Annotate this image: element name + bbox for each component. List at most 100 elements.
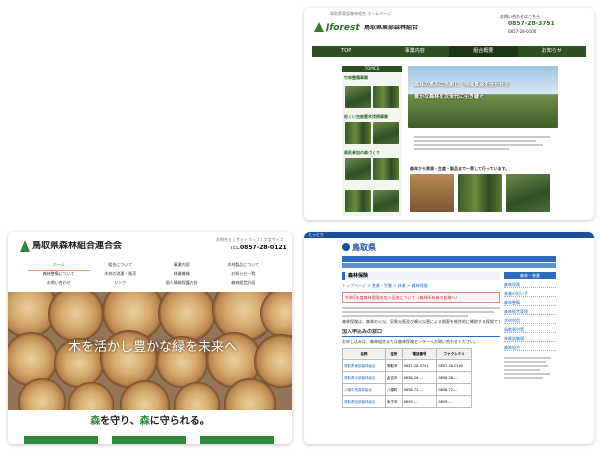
nav-links[interactable]: リンク — [90, 280, 152, 289]
sidebar-header: TOPICS — [342, 66, 402, 72]
photo-kenmin-2 — [373, 158, 399, 180]
main-content: 森林保険 トップページ > 産業・労働 > 林業 > 森林保険 令和5年度森林保… — [342, 272, 500, 444]
col-name: 名称 — [342, 348, 386, 360]
page-title: 森林保険 — [342, 272, 500, 280]
breadcrumb[interactable]: トップページ > 産業・労働 > 林業 > 森林保険 — [342, 283, 500, 288]
slogan-forest-2: 森 — [139, 416, 150, 427]
fax-number: 0857-28-0100 — [508, 29, 537, 34]
screenshot-tottori-pref: とっとり 鳥取県 森林保険 トップページ > 産業・労働 > 林業 > 森林保険… — [304, 232, 594, 444]
sidebar: TOPICS 竹林整備事業 松くい虫被害木伐倒事業 県民参加の森づくり — [342, 66, 402, 216]
tel-number: 0857-28-3751 — [508, 21, 555, 27]
slogan-part-2: に守られる。 — [149, 416, 210, 427]
hero-line-1: 森林の恵みに感謝し、地域資源を活かせる — [414, 82, 510, 88]
photo-bottom-2 — [458, 174, 502, 212]
slogan-part-1: を守り、 — [100, 416, 140, 427]
cell: 0857-28-3751 — [401, 359, 438, 372]
cell: 0858-26-... — [401, 371, 438, 384]
sidebar-link-research[interactable]: 林業試験場 — [504, 336, 556, 342]
tree-logo-icon — [20, 240, 30, 252]
top-links[interactable]: お問合せ | サイトマップ | 文字サイズ — [216, 237, 284, 242]
notice-box[interactable]: 令和5年度森林保険の加入促進について（森林所有者の皆様へ） — [342, 292, 500, 303]
nav-business[interactable]: 事業内容 — [151, 262, 213, 271]
nav-business[interactable]: 事業内容 — [381, 46, 450, 57]
cell: 0859-... — [436, 395, 472, 408]
sidebar-item-pine[interactable]: 松くい虫被害木伐倒事業 — [344, 114, 400, 119]
nav-about[interactable]: 組合について — [90, 262, 152, 271]
cell[interactable]: 八頭中央森林組合 — [342, 383, 386, 396]
nav-machinery[interactable]: 林業機械 — [151, 271, 213, 280]
nav-about[interactable]: 組合概要 — [449, 46, 518, 57]
cell: 0858-72-... — [436, 383, 472, 396]
top-bar: とっとり — [304, 232, 594, 238]
pref-logo-icon — [342, 243, 350, 251]
photo-bottom-3 — [506, 174, 550, 212]
sidebar-link-insurance[interactable]: 森林保険 — [504, 282, 556, 288]
green-button-1[interactable] — [24, 436, 98, 444]
body-lines — [342, 307, 500, 317]
header-tag[interactable]: とっとり — [304, 232, 594, 238]
sidebar-link-management[interactable]: 森林経営管理 — [504, 309, 556, 315]
sidebar-link-cooperative[interactable]: 森林組合 — [504, 345, 556, 351]
photo-pine-2 — [373, 122, 399, 144]
table-row: 八頭中央森林組合 八頭町 0858-72-... 0858-72-... — [342, 383, 472, 396]
photo-bamboo-2 — [373, 86, 399, 108]
main-nav: TOP 事業内容 組合概要 お知らせ — [312, 46, 586, 57]
sidebar-title: 森林・林業 — [504, 272, 556, 279]
header-submenu — [342, 263, 556, 268]
site-logo[interactable]: Jforest — [326, 23, 360, 33]
tel-number: 0857-28-0121 — [240, 245, 287, 251]
cell[interactable]: 鳥取県中部森林組合 — [342, 371, 386, 384]
org-name: 鳥取県東部森林組合 — [364, 25, 419, 31]
nav-privacy[interactable]: 個人情報保護方針 — [151, 280, 213, 289]
nav-wood-products[interactable]: 木材製品について — [213, 262, 275, 271]
sidebar-link-wildlife[interactable]: 鳥獣害対策 — [504, 327, 556, 333]
section-heading: 加入申込みの窓口 — [342, 329, 500, 337]
green-button-3[interactable] — [200, 436, 274, 444]
cell: 倉吉市 — [384, 371, 403, 384]
table-row: 鳥取県東部森林組合 鳥取市 0857-28-3751 0857-28-0100 — [342, 359, 472, 372]
nav-distribution[interactable]: 木材の流通・販売 — [90, 271, 152, 280]
sidebar-link-maintenance[interactable]: 森林整備 — [504, 300, 556, 306]
hero-text: 木を活かし豊かな緑を未来へ — [68, 340, 238, 355]
photo-extra-1 — [345, 190, 371, 212]
screenshot-jforest-tobu: 鳥取県東部森林組合 ホームページ Jforest 鳥取県東部森林組合 お問い合わ… — [304, 8, 594, 220]
cell: 米子市 — [384, 395, 403, 408]
cell[interactable]: 鳥取県東部森林組合 — [342, 359, 386, 372]
nav-home[interactable]: ホーム — [28, 262, 90, 271]
body-lead: 森林から資源・生産・製品まで一貫して行っています。 — [410, 166, 510, 171]
green-button-2[interactable] — [112, 436, 186, 444]
org-name[interactable]: 鳥取県森林組合連合会 — [32, 241, 122, 252]
nav-top[interactable]: TOP — [312, 46, 381, 57]
sidebar-item-kenmin[interactable]: 県民参加の森づくり — [344, 150, 400, 155]
nav-news[interactable]: お知らせ一覧 — [213, 271, 275, 280]
nav-grid: ホーム 組合について 事業内容 木材製品について 森林整備について 木材の流通・… — [28, 262, 274, 289]
contact-note[interactable]: お問い合わせはこちら — [500, 14, 540, 19]
col-address: 住所 — [384, 348, 403, 360]
nav-forest-maintenance[interactable]: 森林整備について — [28, 271, 90, 280]
tel-label: TEL. — [230, 246, 241, 251]
hero-line-2: 豊かな森林を次世代に引き継ぐ — [414, 94, 485, 100]
sidebar-item-bamboo[interactable]: 竹林整備事業 — [344, 75, 400, 80]
sidebar-more-lines — [504, 357, 556, 379]
right-sidebar: 森林・林業 森林保険 林業の担い手 森林整備 森林経営管理 木材利用 鳥獣害対策… — [504, 272, 556, 442]
photo-bamboo-1 — [345, 86, 371, 108]
nav-contact[interactable]: お問い合わせ — [28, 280, 90, 289]
cell: 0859-... — [401, 395, 438, 408]
nav-plan[interactable]: 森林経営計画 — [213, 280, 275, 289]
sidebar-link-workers[interactable]: 林業の担い手 — [504, 291, 556, 297]
photo-pine-1 — [345, 122, 371, 144]
photo-kenmin-1 — [345, 158, 371, 180]
org-name[interactable]: 鳥取県 — [352, 243, 376, 252]
body-text — [414, 134, 550, 152]
photo-bottom-1 — [410, 174, 454, 212]
cell[interactable]: 鳥取県西部森林組合 — [342, 395, 386, 408]
slogan: 森を守り、森に守られる。 — [8, 416, 292, 428]
body-text: 森林保険は、森林の火災、気象災害及び噴火災害による損害を総合的に補償する保険です… — [342, 319, 500, 324]
tree-logo-icon — [314, 22, 324, 32]
nav-news[interactable]: お知らせ — [518, 46, 587, 57]
table-row: 鳥取県西部森林組合 米子市 0859-... 0859-... — [342, 395, 472, 408]
sidebar-link-wood-use[interactable]: 木材利用 — [504, 318, 556, 324]
screenshot-rengokai: 鳥取県森林組合連合会 お問合せ | サイトマップ | 文字サイズ TEL. 08… — [8, 232, 292, 444]
photo-extra-2 — [373, 190, 399, 212]
header-menu — [342, 256, 556, 262]
